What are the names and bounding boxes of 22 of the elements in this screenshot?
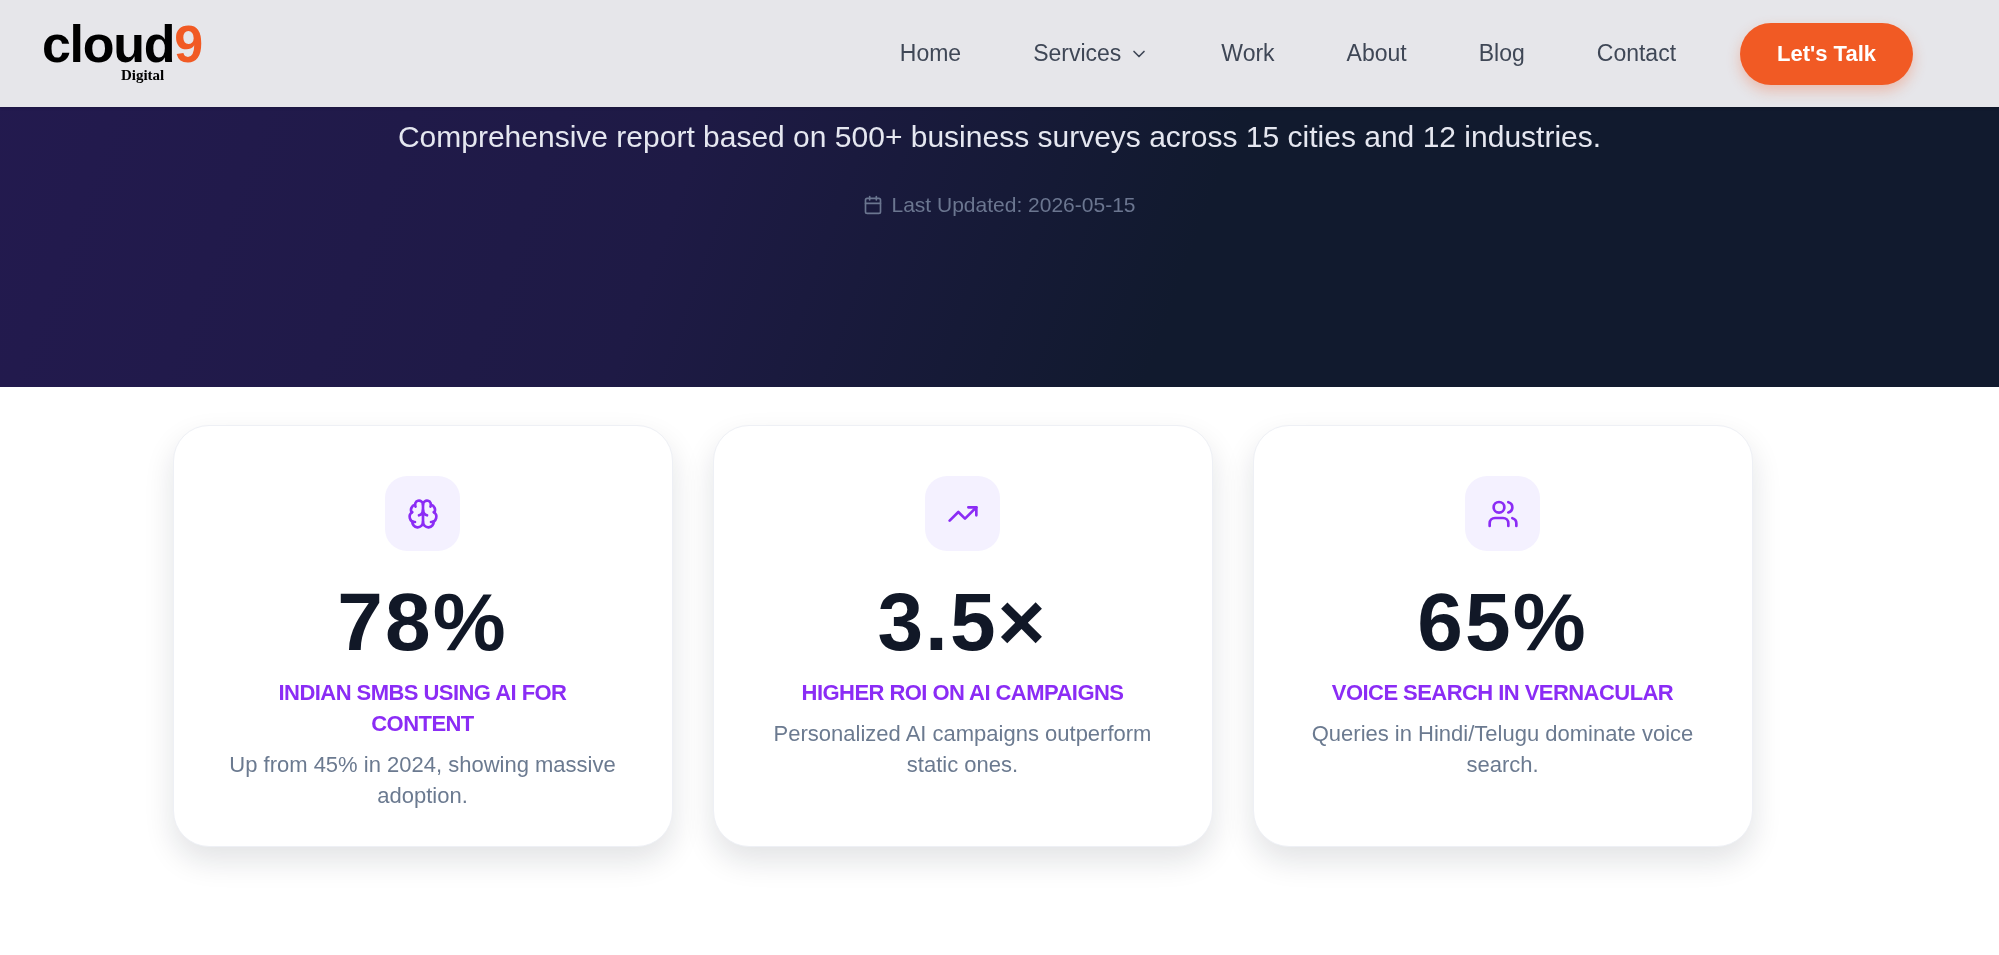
stat-description: Personalized AI campaigns outperform static ones. [772,720,1153,779]
calendar-icon [863,194,884,215]
nav-link[interactable]: Services [1033,36,1150,71]
nav-link[interactable]: Blog [1478,36,1525,71]
nav-link[interactable]: Home [899,36,962,71]
stat-description: Queries in Hindi/Telugu dominate voice search. [1310,720,1695,779]
stat-value: 3.5× [877,581,1048,663]
stat-value: 65% [1417,581,1588,663]
nav-link[interactable]: About [1346,36,1407,71]
logo-tagline: Digital [119,66,165,83]
stat-label: INDIAN SMBS USING AI FOR CONTENT [277,679,568,738]
stat-label: HIGHER ROI ON AI CAMPAIGNS [801,679,1124,707]
nav-link[interactable]: Work [1221,36,1275,71]
stat-label: VOICE SEARCH IN VERNACULAR [1331,679,1674,707]
last-updated-text: Last Updated: 2026-05-15 [891,192,1136,218]
nav-link[interactable]: Contact [1596,36,1677,71]
brain-icon [406,497,439,530]
logo-digit: 9 [174,24,204,63]
hero-subtitle: Comprehensive report based on 500+ business surveys across 15 cities and 12 industries. [397,119,1602,155]
stat-value: 78% [337,581,508,663]
logo-word: cloud [42,24,175,63]
stat-description: Up from 45% in 2024, showing massive adoption. [228,751,617,810]
